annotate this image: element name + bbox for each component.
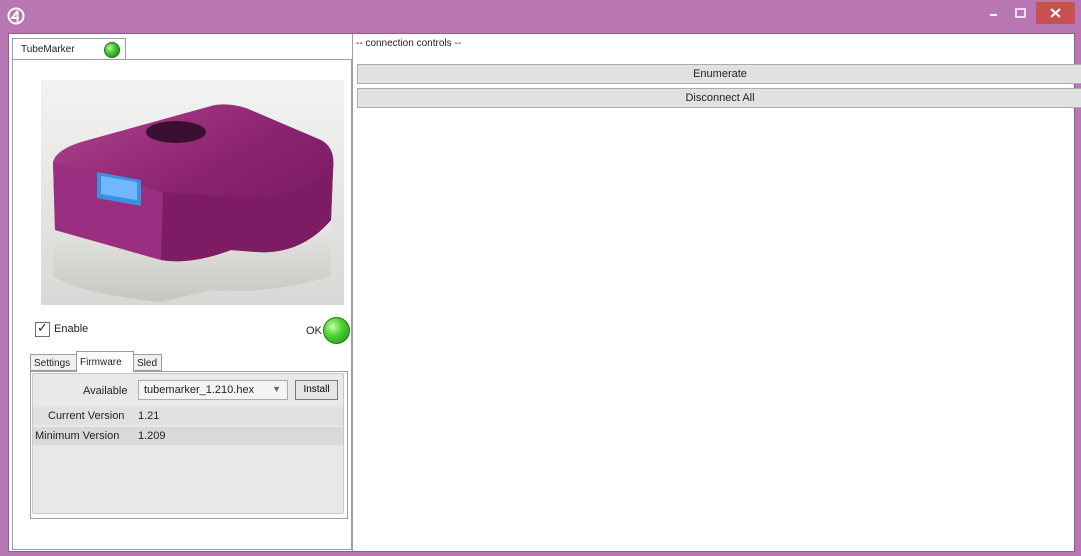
connection-controls-header: -- connection controls -- xyxy=(356,38,462,49)
minimum-version-value: 1.209 xyxy=(138,430,166,442)
device-tab-body: Enable OK Settings Firmware Sled Availab… xyxy=(12,59,352,550)
client-area: TubeMarker ✓ Enable OK Settings Firmware… xyxy=(8,33,1081,552)
app-logo-icon xyxy=(7,7,25,25)
firmware-file-value: tubemarker_1.210.hex xyxy=(144,384,255,396)
current-version-value: 1.21 xyxy=(138,410,160,422)
app-window: TubeMarker ✓ Enable OK Settings Firmware… xyxy=(0,0,1081,556)
close-icon[interactable] xyxy=(1036,2,1075,24)
title-bar[interactable] xyxy=(0,0,1081,32)
install-button[interactable]: Install xyxy=(295,380,338,400)
status-led-icon xyxy=(323,317,350,344)
maximize-icon[interactable] xyxy=(1007,2,1035,24)
firmware-panel: Available tubemarker_1.210.hex ▼ Install… xyxy=(32,373,344,514)
tab-sled[interactable]: Sled xyxy=(133,354,162,371)
tab-firmware[interactable]: Firmware xyxy=(76,351,134,372)
chevron-down-icon: ▼ xyxy=(272,384,281,394)
enable-label: Enable xyxy=(54,323,89,335)
status-text: OK xyxy=(306,325,322,337)
device-tab[interactable]: TubeMarker xyxy=(12,38,126,61)
device-panel: TubeMarker ✓ Enable OK Settings Firmware… xyxy=(9,34,353,551)
available-label: Available xyxy=(83,385,128,397)
minimum-version-row: Minimum Version 1.209 xyxy=(33,427,343,445)
enable-checkbox[interactable] xyxy=(35,320,50,337)
firmware-file-select[interactable]: tubemarker_1.210.hex ▼ xyxy=(138,380,288,400)
firmware-tab-content: Available tubemarker_1.210.hex ▼ Install… xyxy=(30,371,348,519)
minimize-icon[interactable] xyxy=(979,2,1007,24)
tab-settings[interactable]: Settings xyxy=(30,354,77,371)
device-image xyxy=(41,80,344,305)
disconnect-all-button[interactable]: Disconnect All xyxy=(357,88,1081,108)
device-tab-label: TubeMarker xyxy=(21,44,75,55)
enumerate-button[interactable]: Enumerate xyxy=(357,64,1081,84)
current-version-row: Current Version 1.21 xyxy=(33,407,343,425)
current-version-label: Current Version xyxy=(48,410,125,422)
minimum-version-label: Minimum Version xyxy=(35,430,120,442)
device-status-led-icon xyxy=(104,42,120,58)
